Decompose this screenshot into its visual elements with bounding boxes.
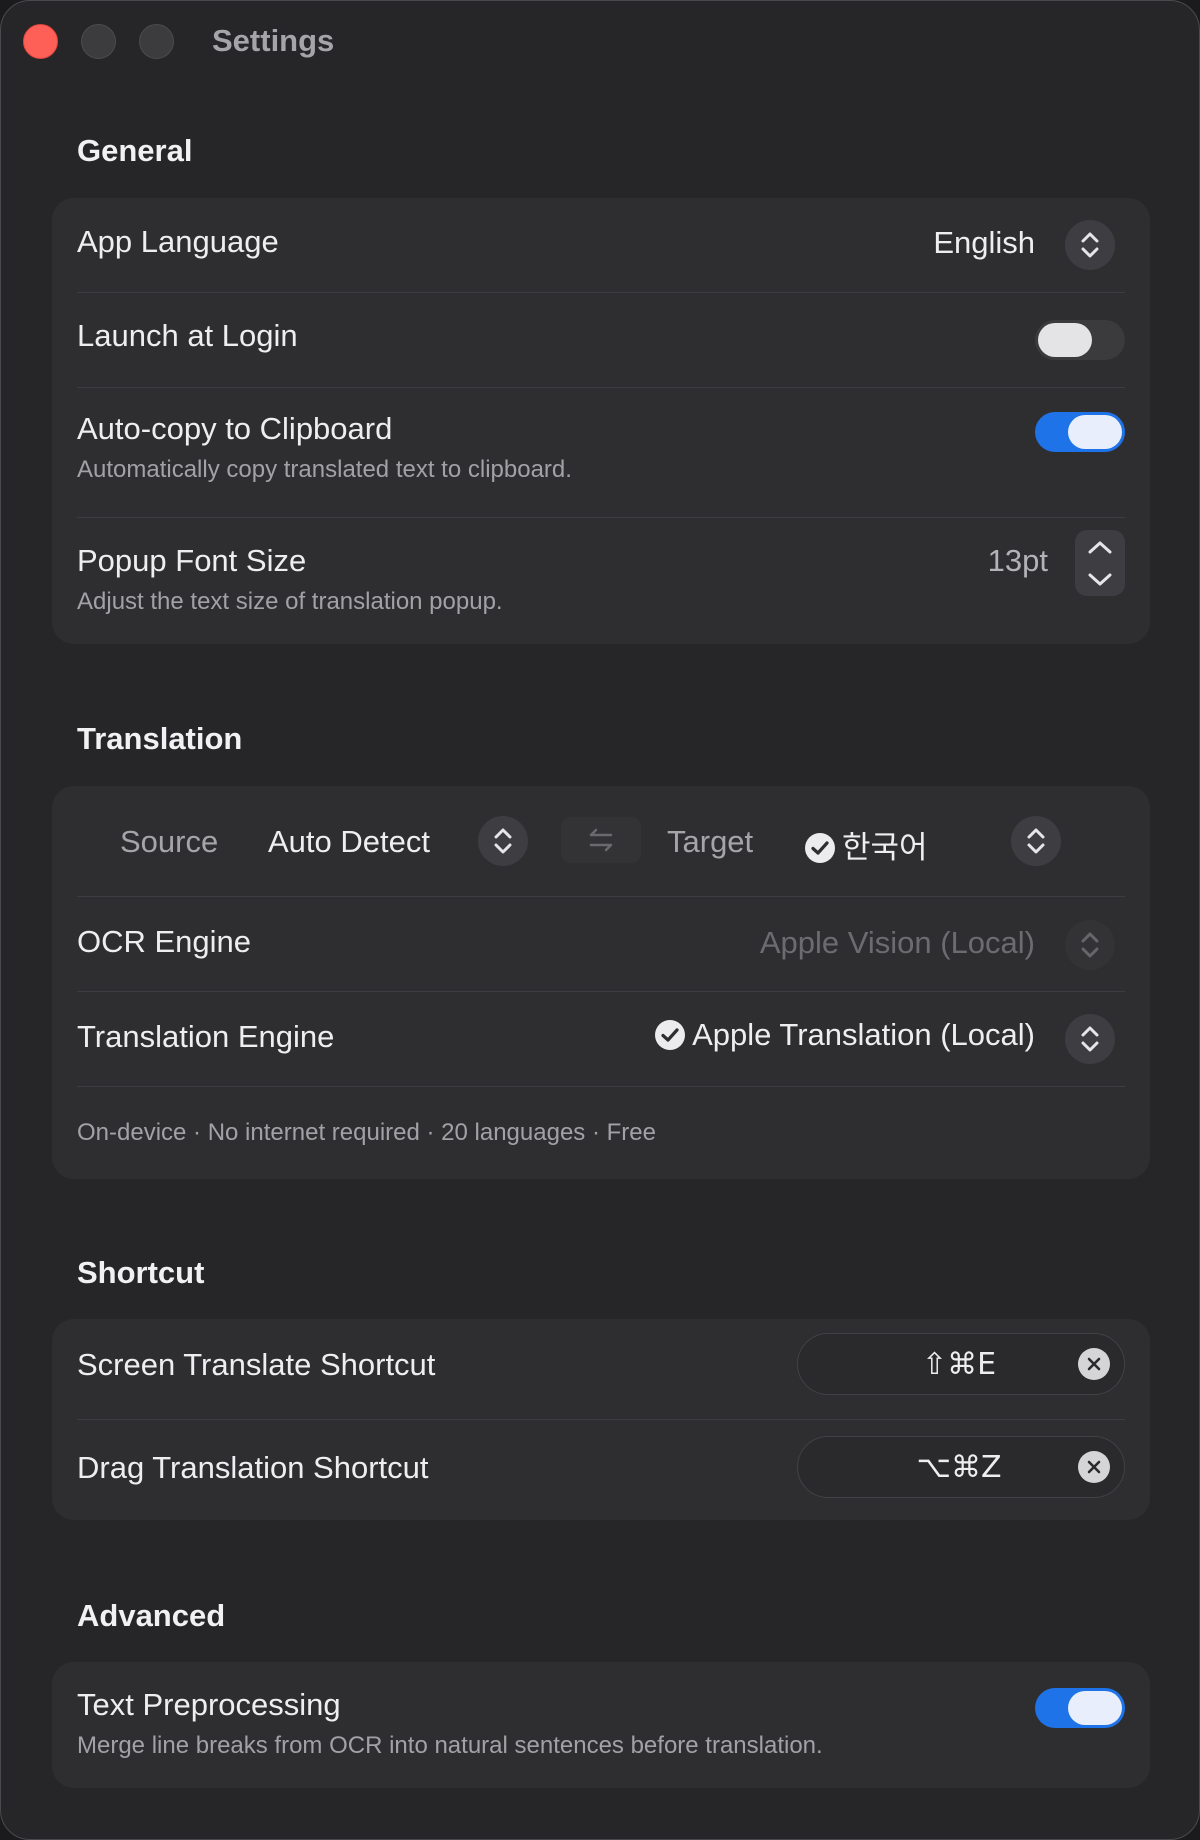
app-language-value[interactable]: English <box>933 225 1035 261</box>
section-title-translation: Translation <box>77 721 243 756</box>
chevron-up-down-icon <box>1027 828 1045 854</box>
minimize-window-button[interactable] <box>81 24 116 59</box>
clear-shortcut-button[interactable] <box>1078 1451 1110 1483</box>
clear-x-icon <box>1087 1357 1101 1371</box>
general-card: App Language English Launch at Login Aut… <box>52 198 1150 644</box>
drag-translation-shortcut-row: Drag Translation Shortcut ⌥⌘Z <box>77 1420 1125 1520</box>
launch-at-login-toggle[interactable] <box>1035 320 1125 360</box>
target-language-text: 한국어 <box>842 830 928 866</box>
decrement-button[interactable] <box>1075 563 1125 596</box>
auto-copy-label: Auto-copy to Clipboard <box>77 411 393 446</box>
text-preprocessing-description: Merge line breaks from OCR into natural … <box>77 1732 823 1759</box>
translation-card: Source Auto Detect Target 한국어 OCR Engine… <box>52 786 1150 1179</box>
chevron-up-down-icon <box>1081 1026 1099 1052</box>
toggle-knob <box>1068 1691 1122 1725</box>
screen-translate-shortcut-recorder[interactable]: ⇧⌘E <box>797 1333 1125 1395</box>
launch-at-login-label: Launch at Login <box>77 318 298 353</box>
screen-translate-shortcut-row: Screen Translate Shortcut ⇧⌘E <box>77 1319 1125 1419</box>
window-title: Settings <box>212 23 335 58</box>
ocr-engine-row: OCR Engine Apple Vision (Local) <box>77 897 1125 991</box>
auto-copy-row: Auto-copy to Clipboard Automatically cop… <box>77 388 1125 517</box>
clear-x-icon <box>1087 1460 1101 1474</box>
text-preprocessing-toggle[interactable] <box>1035 1688 1125 1728</box>
popup-font-size-label: Popup Font Size <box>77 543 307 578</box>
shortcut-keys: ⇧⌘E <box>921 1346 997 1382</box>
section-title-general: General <box>77 133 193 168</box>
app-language-row: App Language English <box>77 198 1125 292</box>
source-language-picker[interactable] <box>478 816 528 866</box>
popup-font-size-description: Adjust the text size of translation popu… <box>77 588 503 615</box>
language-pair-row: Source Auto Detect Target 한국어 <box>77 786 1125 896</box>
text-preprocessing-label: Text Preprocessing <box>77 1687 341 1722</box>
drag-translation-shortcut-recorder[interactable]: ⌥⌘Z <box>797 1436 1125 1498</box>
chevron-up-down-icon <box>494 828 512 854</box>
section-title-advanced: Advanced <box>77 1598 226 1633</box>
text-preprocessing-row: Text Preprocessing Merge line breaks fro… <box>77 1662 1125 1788</box>
target-language-picker[interactable] <box>1011 816 1061 866</box>
clear-shortcut-button[interactable] <box>1078 1348 1110 1380</box>
chevron-down-icon <box>1088 573 1112 585</box>
translation-engine-value[interactable]: Apple Translation (Local) <box>654 1017 1035 1053</box>
shortcut-keys: ⌥⌘Z <box>916 1449 1002 1485</box>
drag-translation-shortcut-label: Drag Translation Shortcut <box>77 1450 429 1485</box>
checkmark-circle-icon <box>655 1019 686 1050</box>
popup-font-size-stepper[interactable] <box>1075 530 1125 596</box>
section-title-shortcut: Shortcut <box>77 1255 205 1290</box>
chevron-up-icon <box>1088 541 1112 553</box>
shortcut-card: Screen Translate Shortcut ⇧⌘E Drag Trans… <box>52 1319 1150 1520</box>
popup-font-size-row: Popup Font Size Adjust the text size of … <box>77 518 1125 644</box>
swap-arrows-icon <box>589 828 613 852</box>
target-label: Target <box>667 824 754 859</box>
ocr-engine-value[interactable]: Apple Vision (Local) <box>760 925 1035 961</box>
launch-at-login-row: Launch at Login <box>77 293 1125 387</box>
source-language-value[interactable]: Auto Detect <box>268 824 430 860</box>
popup-font-size-value: 13pt <box>987 543 1048 578</box>
translation-engine-text: Apple Translation (Local) <box>692 1017 1035 1052</box>
translation-engine-row: Translation Engine Apple Translation (Lo… <box>77 992 1125 1086</box>
translation-engine-picker[interactable] <box>1065 1014 1115 1064</box>
divider <box>77 1086 1125 1087</box>
ocr-engine-picker[interactable] <box>1065 920 1115 970</box>
app-language-label: App Language <box>77 224 279 259</box>
ocr-engine-label: OCR Engine <box>77 924 252 959</box>
chevron-up-down-icon <box>1081 932 1099 958</box>
chevron-up-down-icon <box>1081 232 1099 258</box>
title-bar: Settings <box>1 1 1199 85</box>
toggle-knob <box>1038 323 1092 357</box>
auto-copy-description: Automatically copy translated text to cl… <box>77 456 572 483</box>
settings-window: Settings General App Language English La… <box>0 0 1200 1840</box>
target-language-value[interactable]: 한국어 <box>804 822 928 867</box>
auto-copy-toggle[interactable] <box>1035 412 1125 452</box>
close-window-button[interactable] <box>23 24 58 59</box>
toggle-knob <box>1068 415 1122 449</box>
app-language-picker[interactable] <box>1065 220 1115 270</box>
translation-engine-footnote: On-device · No internet required · 20 la… <box>77 1119 656 1146</box>
screen-translate-shortcut-label: Screen Translate Shortcut <box>77 1347 436 1382</box>
translation-engine-label: Translation Engine <box>77 1019 335 1054</box>
advanced-card: Text Preprocessing Merge line breaks fro… <box>52 1662 1150 1788</box>
swap-languages-button[interactable] <box>561 817 641 863</box>
zoom-window-button[interactable] <box>139 24 174 59</box>
increment-button[interactable] <box>1075 530 1125 563</box>
source-label: Source <box>120 824 219 859</box>
checkmark-circle-icon <box>805 832 835 863</box>
